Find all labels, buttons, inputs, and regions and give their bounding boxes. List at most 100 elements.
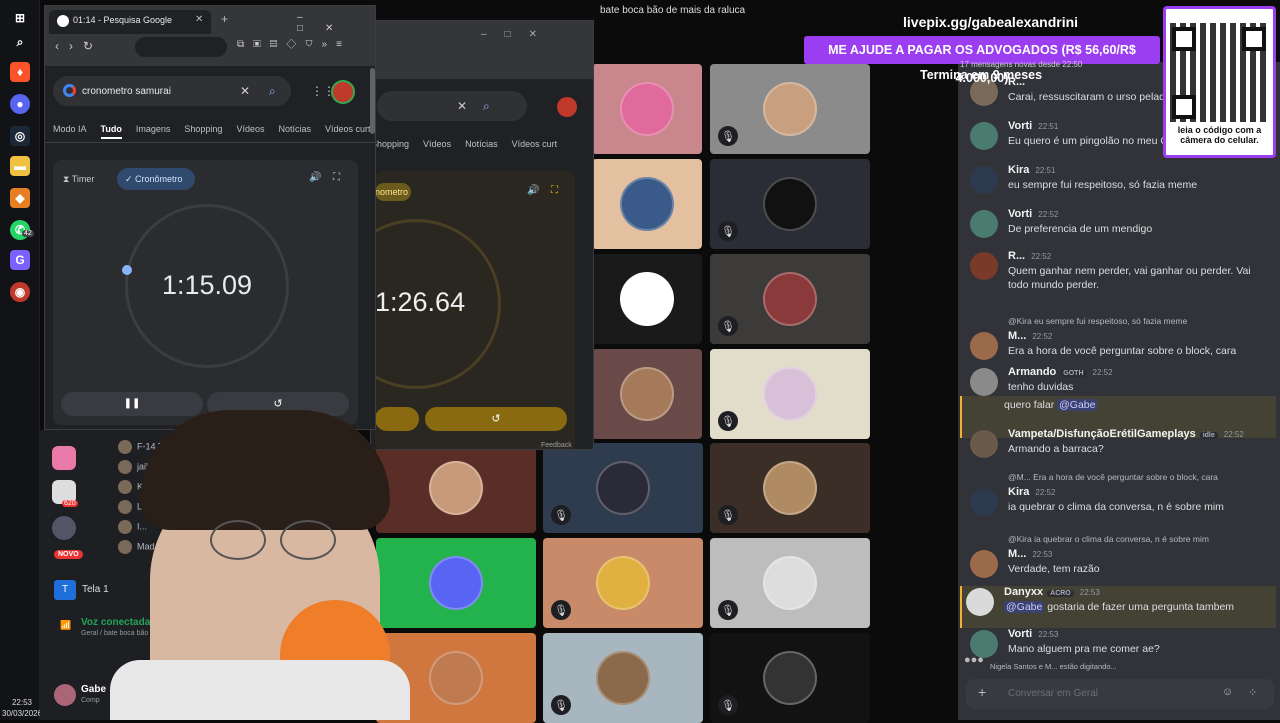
participant-avatar xyxy=(763,82,817,136)
scrollbar[interactable] xyxy=(370,68,375,134)
muted-mic-icon: 🎙 xyxy=(718,505,738,525)
search-icon[interactable]: ⌕ xyxy=(10,32,30,52)
participant-tile[interactable] xyxy=(592,64,702,154)
result-tab[interactable]: Vídeos xyxy=(236,124,264,134)
new-tab-icon[interactable]: + xyxy=(221,12,228,26)
username-text: Armando xyxy=(1008,366,1057,378)
user-avatar[interactable] xyxy=(970,252,998,280)
window-controls[interactable]: –□✕ xyxy=(297,12,375,34)
muted-mic-icon: 🎙 xyxy=(718,126,738,146)
result-tab[interactable]: Modo IA xyxy=(53,124,87,134)
extension-icons[interactable]: ⧉▣▤◇⛉»≡ xyxy=(237,39,351,50)
stopwatch-chip[interactable]: nometro xyxy=(375,183,411,201)
fullscreen-icon[interactable]: ⛶ xyxy=(333,172,340,183)
username[interactable]: Vampeta/DisfunçãoErétilGameplays idle 22:5… xyxy=(1008,428,1244,440)
search-query[interactable]: cronometro samurai xyxy=(82,86,171,97)
address-bar[interactable] xyxy=(135,37,227,57)
user-avatar[interactable] xyxy=(966,588,994,616)
username[interactable]: Vorti 22:51 xyxy=(1008,120,1058,132)
result-tab[interactable]: Notícias xyxy=(465,139,498,149)
message-text: ia quebrar o clima da conversa, n é sobr… xyxy=(1008,501,1224,513)
participant-tile[interactable]: 🎙 xyxy=(710,349,870,439)
fullscreen-icon[interactable]: ⛶ xyxy=(551,185,558,196)
user-avatar[interactable] xyxy=(970,210,998,238)
message-body: quero falar xyxy=(1004,399,1055,411)
user-avatar[interactable] xyxy=(970,550,998,578)
timestamp: 22:52 xyxy=(1223,430,1244,439)
add-icon[interactable]: + xyxy=(978,684,986,700)
result-tab[interactable]: Vídeos curt xyxy=(325,124,371,134)
username[interactable]: Vorti 22:53 xyxy=(1008,628,1058,640)
participant-tile[interactable]: 🎙 xyxy=(710,159,870,249)
window-controls[interactable]: –□✕ xyxy=(481,29,555,40)
folder-icon[interactable]: ▬ xyxy=(10,156,30,176)
gg-icon[interactable]: G xyxy=(10,250,30,270)
record-icon[interactable]: ◉ xyxy=(10,282,30,302)
user-avatar[interactable] xyxy=(970,430,998,458)
username[interactable]: Kira 22:51 xyxy=(1008,164,1055,176)
sound-icon[interactable]: 🔊 xyxy=(309,172,321,183)
username[interactable]: M... 22:53 xyxy=(1008,548,1052,560)
message-text: Quem ganhar nem perder, vai ganhar ou pe… xyxy=(1008,265,1251,291)
result-tab[interactable]: Notícias xyxy=(278,124,311,134)
muted-mic-icon: 🎙 xyxy=(718,411,738,431)
discord-icon[interactable]: ● xyxy=(10,94,30,114)
qr-code-panel: leia o código com a câmera do celular. xyxy=(1163,6,1276,158)
search-icon[interactable]: ⌕ xyxy=(269,84,276,99)
participant-avatar xyxy=(596,651,650,705)
screen-label[interactable]: Tela 1 xyxy=(82,584,109,595)
username[interactable]: Vorti 22:52 xyxy=(1008,208,1058,220)
username[interactable]: Armando GOTH 22:52 xyxy=(1008,366,1113,378)
user-avatar[interactable] xyxy=(54,684,76,706)
participant-tile[interactable]: 🎙 xyxy=(710,633,870,723)
participant-tile[interactable]: 🎙 xyxy=(710,538,870,628)
user-avatar[interactable] xyxy=(970,332,998,360)
clear-icon[interactable]: ✕ xyxy=(457,99,467,113)
result-tab[interactable]: Imagens xyxy=(136,124,171,134)
timestamp: 22:52 xyxy=(1092,368,1113,377)
search-icon[interactable]: ⌕ xyxy=(483,99,490,114)
result-tab[interactable]: Tudo xyxy=(100,124,122,139)
participant-tile[interactable]: 🎙 xyxy=(710,254,870,344)
username[interactable]: Kira 22:52 xyxy=(1008,486,1055,498)
username[interactable]: M... 22:52 xyxy=(1008,330,1052,342)
windows-start-icon[interactable]: ⊞ xyxy=(10,8,30,28)
user-avatar[interactable] xyxy=(970,122,998,150)
username[interactable]: Danyxx ACRO 22:53 xyxy=(1004,586,1100,598)
user-avatar[interactable] xyxy=(970,166,998,194)
result-tab[interactable]: Vídeos curt xyxy=(512,139,558,149)
user-avatar[interactable] xyxy=(970,368,998,396)
participant-tile[interactable]: 🎙 xyxy=(710,64,870,154)
search-box[interactable] xyxy=(377,91,527,121)
brave-icon[interactable]: ♦ xyxy=(10,62,30,82)
participant-tile[interactable] xyxy=(592,349,702,439)
clear-icon[interactable]: ✕ xyxy=(240,84,250,98)
profile-avatar[interactable] xyxy=(557,97,577,117)
timer-chip[interactable]: ⧗ Timer xyxy=(63,169,111,189)
stopwatch-time: 1:15.09 xyxy=(161,270,253,300)
result-tab[interactable]: Shopping xyxy=(184,124,222,134)
timer-label: Timer xyxy=(71,174,95,184)
apps-icon[interactable]: ⁘ xyxy=(1248,686,1257,699)
server-icon[interactable] xyxy=(52,516,76,540)
username-text: Vorti xyxy=(1008,628,1033,640)
tab-close-icon[interactable]: ✕ xyxy=(195,14,203,25)
sound-icon[interactable]: 🔊 xyxy=(527,185,539,196)
participant-tile[interactable] xyxy=(592,159,702,249)
emoji-icon[interactable]: ☺ xyxy=(1222,686,1233,698)
nav-buttons[interactable]: ‹›↻ xyxy=(55,39,103,53)
participant-avatar xyxy=(763,556,817,610)
steam-icon[interactable]: ◎ xyxy=(10,126,30,146)
result-tab[interactable]: Vídeos xyxy=(423,139,451,149)
participant-avatar xyxy=(763,651,817,705)
server-icon[interactable] xyxy=(52,446,76,470)
participant-tile[interactable] xyxy=(592,254,702,344)
result-tab[interactable]: Shopping xyxy=(371,139,409,149)
stopwatch-chip[interactable]: ✓ Cronômetro xyxy=(117,168,195,190)
profile-avatar[interactable] xyxy=(331,80,355,104)
participant-tile[interactable]: 🎙 xyxy=(710,443,870,533)
chat-message: Danyxx ACRO 22:53 @Gabe gostaria de fazer u… xyxy=(960,586,1276,628)
user-avatar[interactable] xyxy=(970,488,998,516)
username[interactable]: R... 22:52 xyxy=(1008,250,1051,262)
app-icon[interactable]: ◆ xyxy=(10,188,30,208)
